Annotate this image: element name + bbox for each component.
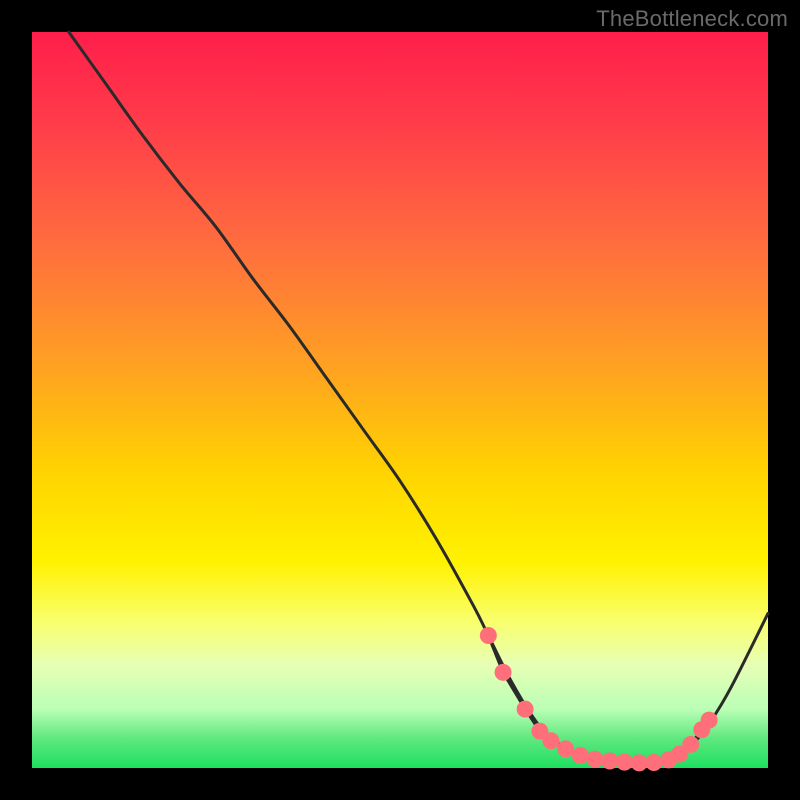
marker-bead xyxy=(616,754,633,771)
marker-bead xyxy=(572,747,589,764)
marker-bead xyxy=(645,754,662,771)
marker-bead xyxy=(542,732,559,749)
marker-beads xyxy=(480,627,718,771)
marker-bead xyxy=(682,736,699,753)
marker-bead xyxy=(517,701,534,718)
marker-bead xyxy=(631,754,648,771)
marker-bead xyxy=(495,664,512,681)
marker-bead xyxy=(480,627,497,644)
marker-bead xyxy=(601,753,618,770)
chart-svg xyxy=(32,32,768,768)
bottleneck-curve xyxy=(69,32,768,763)
marker-bead xyxy=(557,740,574,757)
plot-area xyxy=(32,32,768,768)
chart-frame: TheBottleneck.com xyxy=(0,0,800,800)
marker-bead xyxy=(701,712,718,729)
marker-bead xyxy=(587,751,604,768)
watermark-text: TheBottleneck.com xyxy=(596,6,788,32)
